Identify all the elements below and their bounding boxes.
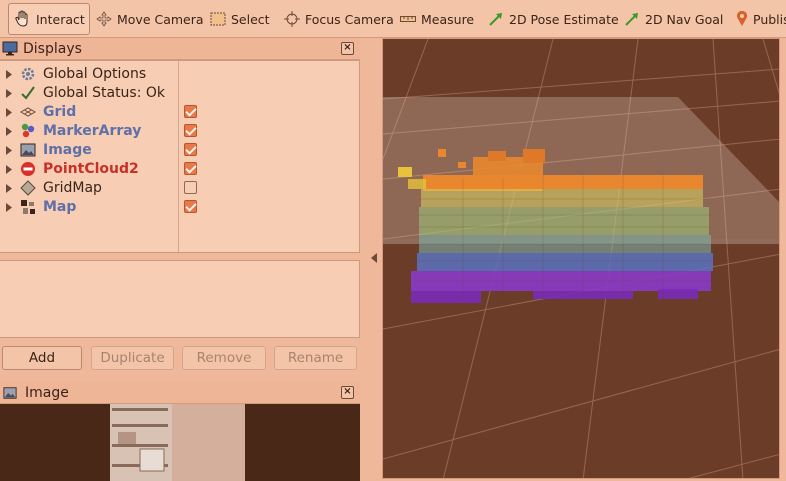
tree-row-global-options[interactable]: Global Options (0, 65, 358, 84)
image-icon (3, 386, 17, 399)
tool-focus-camera[interactable]: Focus Camera (278, 3, 400, 35)
move-camera-icon (96, 11, 112, 27)
ruler-icon (400, 16, 416, 22)
tool-label: Publis (753, 11, 786, 27)
tool-label: Move Camera (117, 11, 204, 27)
green-arrow-icon (489, 13, 502, 26)
display-label: PointCloud2 (43, 161, 139, 177)
tool-measure[interactable]: Measure (394, 3, 480, 35)
expand-arrow-icon[interactable] (6, 146, 12, 155)
panel-title: Displays (23, 40, 82, 57)
scene-render (383, 39, 779, 478)
enable-checkbox[interactable] (184, 124, 197, 137)
main-toolbar: Interact Move Camera Select Focus Camera… (0, 0, 786, 38)
enable-checkbox[interactable] (184, 143, 197, 156)
3d-render-viewport[interactable] (382, 38, 780, 479)
markers-icon (21, 123, 35, 138)
right-edge (780, 38, 786, 481)
tree-row-image[interactable]: Image (0, 141, 358, 160)
tool-label: 2D Nav Goal (645, 11, 724, 27)
display-label: Image (43, 142, 92, 158)
expand-arrow-icon[interactable] (6, 203, 12, 212)
image-icon (20, 143, 36, 157)
tool-interact[interactable]: Interact (8, 3, 90, 35)
tool-move-camera[interactable]: Move Camera (90, 3, 210, 35)
tree-row-global-status[interactable]: Global Status: Ok (0, 84, 358, 103)
close-icon[interactable]: × (341, 386, 354, 399)
diamond-icon (20, 180, 36, 196)
tool-label: Focus Camera (305, 11, 394, 27)
tree-row-pointcloud2[interactable]: PointCloud2 (0, 160, 358, 179)
display-label: Global Options (43, 66, 147, 82)
expand-arrow-icon[interactable] (6, 70, 12, 79)
tool-label: Interact (36, 11, 85, 27)
camera-image-view (0, 404, 360, 481)
display-label: Global Status: Ok (43, 85, 166, 101)
enable-checkbox[interactable] (184, 162, 197, 175)
expand-arrow-icon[interactable] (6, 127, 12, 136)
enable-checkbox[interactable] (184, 200, 197, 213)
map-pin-icon (737, 11, 747, 26)
camera-image (0, 404, 360, 481)
expand-arrow-icon[interactable] (6, 165, 12, 174)
collapse-arrow-icon[interactable] (371, 253, 377, 263)
tool-select[interactable]: Select (204, 3, 276, 35)
property-description-area (0, 260, 360, 338)
tool-label: Select (231, 11, 270, 27)
select-rect-icon (210, 12, 226, 26)
monitor-icon (2, 41, 18, 56)
tree-row-map[interactable]: Map (0, 198, 358, 217)
enable-checkbox[interactable] (184, 105, 197, 118)
display-label: Map (43, 199, 77, 215)
hand-icon (15, 10, 28, 27)
checkmark-icon (21, 86, 35, 100)
gear-icon (21, 67, 35, 81)
green-arrow-icon (625, 13, 638, 26)
tool-2d-pose-estimate[interactable]: 2D Pose Estimate (482, 3, 625, 35)
grid-icon (20, 107, 36, 117)
tool-label: Measure (421, 11, 475, 27)
expand-arrow-icon[interactable] (6, 108, 12, 117)
display-label: MarkerArray (43, 123, 142, 139)
displays-tree: Global Options Global Status: Ok Grid Ma… (0, 60, 360, 253)
close-icon[interactable]: × (341, 42, 354, 55)
tool-label: 2D Pose Estimate (509, 11, 619, 27)
tree-row-gridmap[interactable]: GridMap (0, 179, 358, 198)
tree-row-markerarray[interactable]: MarkerArray (0, 122, 358, 141)
remove-button[interactable]: Remove (182, 346, 266, 370)
image-panel-header: Image × (0, 382, 360, 404)
rename-button[interactable]: Rename (274, 346, 357, 370)
error-icon (21, 162, 35, 176)
add-button[interactable]: Add (2, 346, 82, 370)
displays-panel-header: Displays × (0, 38, 360, 60)
dock-splitter[interactable] (362, 38, 382, 481)
display-label: GridMap (43, 180, 102, 196)
display-label: Grid (43, 104, 77, 120)
left-dock: Displays × Global Options Global Status:… (0, 38, 362, 481)
map-icon (21, 200, 35, 214)
focus-crosshair-icon (284, 11, 300, 27)
tool-2d-nav-goal[interactable]: 2D Nav Goal (618, 3, 729, 35)
enable-checkbox[interactable] (184, 181, 197, 194)
panel-title: Image (25, 384, 69, 401)
expand-arrow-icon[interactable] (6, 89, 12, 98)
duplicate-button[interactable]: Duplicate (91, 346, 174, 370)
tree-row-grid[interactable]: Grid (0, 103, 358, 122)
tool-publish-point[interactable]: Publis (730, 3, 786, 35)
expand-arrow-icon[interactable] (6, 184, 12, 193)
